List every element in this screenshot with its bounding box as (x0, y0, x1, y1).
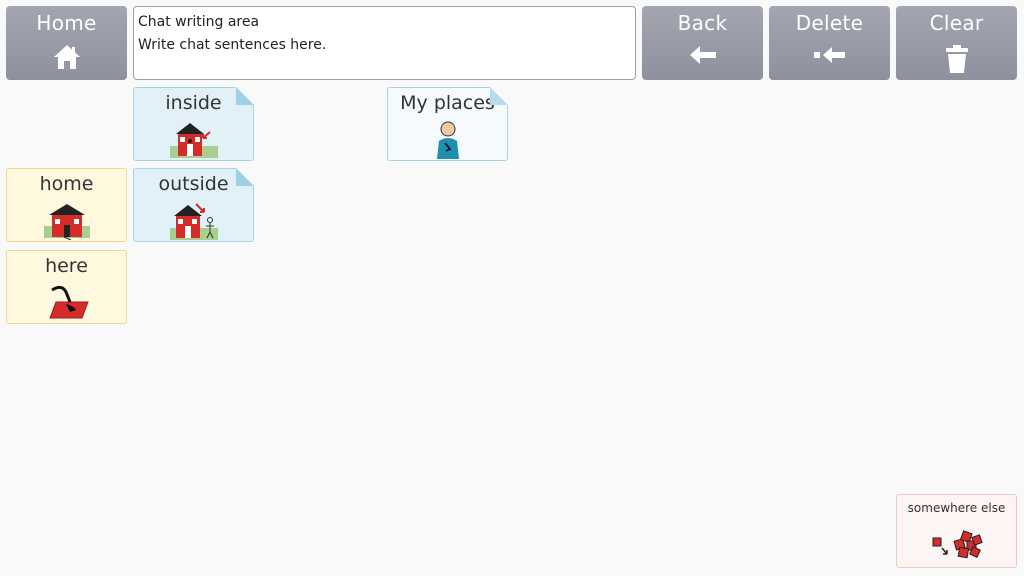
home-button[interactable]: Home (6, 6, 127, 80)
tile-outside[interactable]: outside (133, 168, 254, 242)
back-button[interactable]: Back (642, 6, 763, 80)
tile-somewhere-else[interactable]: somewhere else (896, 494, 1017, 568)
tile-somewhere-else-label: somewhere else (907, 501, 1006, 515)
backspace-icon (813, 44, 847, 70)
house-icon (43, 204, 90, 240)
house-inside-icon (169, 123, 218, 158)
tile-inside[interactable]: inside (133, 87, 254, 161)
back-button-label: Back (677, 11, 728, 35)
home-button-label: Home (36, 11, 97, 35)
tile-here-label: here (45, 255, 88, 277)
tile-here[interactable]: here (6, 250, 127, 324)
scattered-squares-icon (932, 530, 983, 559)
chat-title: Chat writing area (138, 14, 260, 30)
tile-outside-label: outside (158, 173, 229, 195)
person-icon (436, 121, 459, 159)
arrow-left-icon (688, 44, 718, 70)
house-outside-icon (169, 203, 218, 240)
clear-button-label: Clear (929, 11, 984, 35)
tile-inside-label: inside (165, 92, 222, 114)
tile-home[interactable]: home (6, 168, 127, 242)
clear-button[interactable]: Clear (896, 6, 1017, 80)
tile-my-places[interactable]: My places (387, 87, 508, 161)
tile-my-places-label: My places (400, 92, 495, 114)
home-icon (53, 44, 81, 74)
delete-button-label: Delete (795, 11, 864, 35)
tile-home-label: home (39, 173, 94, 195)
trash-icon (945, 44, 969, 78)
chat-placeholder: Write chat sentences here. (138, 37, 327, 53)
chat-writing-area[interactable]: Chat writing area Write chat sentences h… (133, 6, 636, 80)
delete-button[interactable]: Delete (769, 6, 890, 80)
pointing-down-icon (48, 285, 89, 319)
